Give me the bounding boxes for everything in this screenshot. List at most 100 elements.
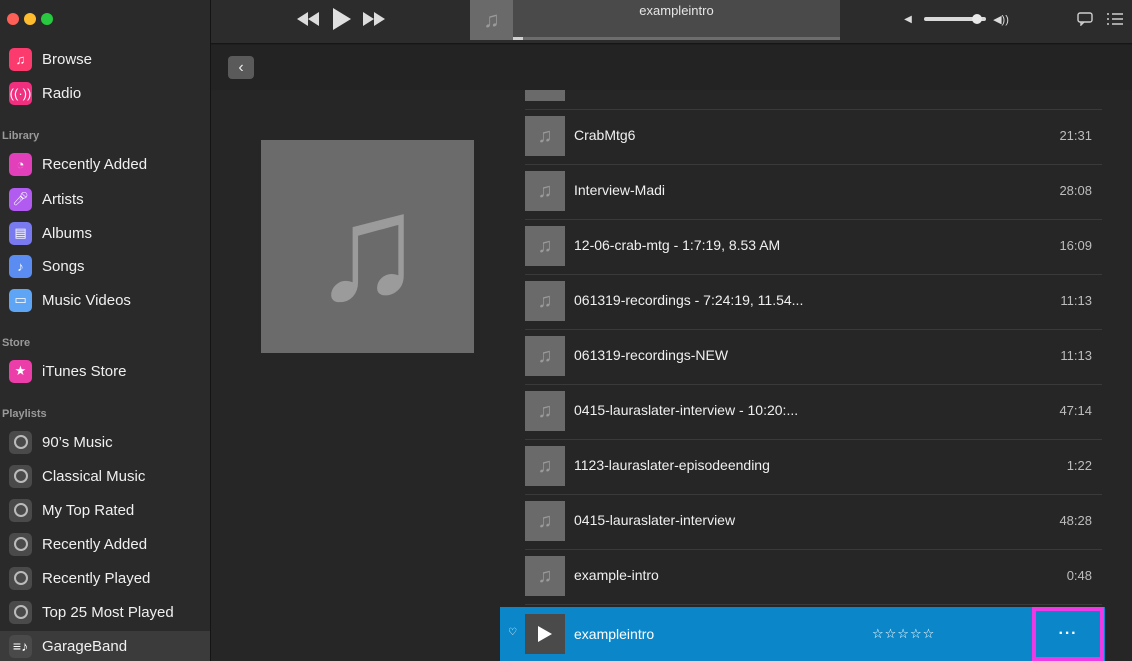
microphone-icon: 🎤︎ — [9, 187, 32, 211]
minimize-window-button[interactable] — [24, 13, 36, 25]
sidebar-item-recently-added-playlist[interactable]: Recently Added — [0, 529, 210, 559]
tv-icon: ▭ — [9, 288, 32, 312]
track-artwork: ♫ — [525, 446, 565, 486]
sidebar-item-browse[interactable]: ♫ Browse — [0, 44, 210, 74]
track-row[interactable]: ♫ 061319-recordings - 7:24:19, 11.54... … — [525, 275, 1102, 330]
track-artwork: ♫ — [525, 556, 565, 596]
library-section-header: Library — [2, 130, 40, 142]
play-button[interactable] — [331, 7, 353, 31]
album-stack-icon: ▤ — [9, 221, 32, 245]
close-window-button[interactable] — [7, 13, 19, 25]
smart-playlist-icon — [9, 532, 32, 556]
music-note-icon: ♫ — [9, 47, 32, 71]
track-duration: 47:14 — [1059, 403, 1092, 418]
sidebar-item-label: Browse — [42, 50, 93, 68]
music-note-icon: ♪ — [9, 254, 32, 278]
speech-bubble-icon — [1077, 12, 1093, 26]
track-duration: 1:22 — [1066, 458, 1092, 473]
star-rating[interactable]: ☆☆☆☆☆ — [872, 626, 935, 642]
sidebar-item-artists[interactable]: 🎤︎ Artists — [0, 184, 210, 214]
track-artwork: ♫ — [525, 226, 565, 266]
track-name: 1123-lauraslater-episodeending — [574, 457, 770, 473]
playlists-section-header: Playlists — [2, 408, 47, 420]
track-artwork: ♫ — [525, 116, 565, 156]
toolbar: ♫ exampleintro ◀ ◀)) — [211, 0, 1132, 44]
music-note-icon: ♫ — [483, 7, 500, 32]
fast-forward-icon — [363, 12, 385, 26]
playback-progress-bar[interactable] — [513, 37, 840, 40]
track-duration: 21:31 — [1059, 128, 1092, 143]
volume-high-icon: ◀)) — [993, 13, 1009, 26]
sidebar-item-recently-played[interactable]: Recently Played — [0, 563, 210, 593]
smart-playlist-icon — [9, 600, 32, 624]
track-row[interactable]: ♫ 0415-lauraslater-interview - 10:20:...… — [525, 385, 1102, 440]
sidebar-item-recently-added[interactable]: ◔ Recently Added — [0, 149, 210, 179]
track-row[interactable]: ♫ 061319-recordings-NEW 11:13 — [525, 330, 1102, 385]
sidebar-item-label: iTunes Store — [42, 362, 127, 380]
sidebar-item-90s-music[interactable]: 90’s Music — [0, 427, 210, 457]
play-track-button[interactable] — [525, 614, 565, 654]
sidebar-item-my-top-rated[interactable]: My Top Rated — [0, 495, 210, 525]
sidebar-item-label: Artists — [42, 190, 84, 208]
clock-icon: ◔ — [9, 152, 32, 176]
up-next-button[interactable] — [1105, 11, 1125, 27]
sidebar-item-music-videos[interactable]: ▭ Music Videos — [0, 285, 210, 315]
playlist-artwork: ♫ — [261, 140, 474, 353]
lyrics-button[interactable] — [1075, 11, 1095, 27]
sidebar-item-classical-music[interactable]: Classical Music — [0, 461, 210, 491]
zoom-window-button[interactable] — [41, 13, 53, 25]
smart-playlist-icon — [9, 464, 32, 488]
track-name: CrabMtg6 — [574, 127, 636, 143]
track-artwork: ♫ — [525, 501, 565, 541]
track-artwork: ♫ — [525, 90, 565, 101]
volume-slider[interactable] — [924, 14, 986, 24]
sidebar-item-itunes-store[interactable]: ★ iTunes Store — [0, 356, 210, 386]
track-name: 0415-lauraslater-interview — [574, 512, 736, 528]
sidebar-item-label: Music Videos — [42, 291, 131, 309]
more-options-button[interactable]: ··· — [1032, 607, 1104, 661]
sidebar-item-label: Top 25 Most Played — [42, 603, 174, 621]
back-button[interactable]: ‹ — [228, 56, 254, 79]
track-row[interactable]: ♫ 0415-lauraslater-interview 48:28 — [525, 495, 1102, 550]
rewind-button[interactable] — [295, 9, 321, 29]
track-duration: 11:13 — [1060, 293, 1092, 308]
track-name: 061319-recordings - 7:24:19, 11.54... — [574, 292, 804, 308]
now-playing-display[interactable]: ♫ exampleintro — [470, 0, 840, 40]
sidebar-item-label: GarageBand — [42, 637, 128, 655]
chevron-left-icon: ‹ — [238, 58, 244, 76]
fast-forward-button[interactable] — [361, 9, 387, 29]
track-name: example-intro — [574, 567, 659, 583]
sidebar-item-radio[interactable]: ((·)) Radio — [0, 78, 210, 108]
smart-playlist-icon — [9, 566, 32, 590]
sidebar-item-label: Recently Added — [42, 535, 148, 553]
track-row-selected[interactable]: ♡ exampleintro ☆☆☆☆☆ ··· — [500, 607, 1105, 661]
sidebar-item-albums[interactable]: ▤ Albums — [0, 218, 210, 248]
track-duration: 28:08 — [1059, 183, 1092, 198]
track-row[interactable]: ♫ example-intro 0:48 — [525, 550, 1102, 605]
radio-waves-icon: ((·)) — [9, 81, 32, 105]
track-duration: 0:48 — [1066, 568, 1092, 583]
content-header: ‹ — [211, 45, 1132, 90]
track-artwork: ♫ — [525, 391, 565, 431]
track-artwork: ♫ — [525, 281, 565, 321]
track-name: 12-06-crab-mtg - 1:7:19, 8.53 AM — [574, 237, 781, 253]
track-row[interactable]: ♫ Interview-Madi 28:08 — [525, 165, 1102, 220]
sidebar-item-garageband[interactable]: ≡♪ GarageBand — [0, 631, 210, 661]
sidebar-item-top-25-most-played[interactable]: Top 25 Most Played — [0, 597, 210, 627]
now-playing-artwork: ♫ — [470, 0, 513, 40]
sidebar-item-label: My Top Rated — [42, 501, 135, 519]
track-name: Interview-Madi — [574, 182, 666, 198]
love-heart-icon[interactable]: ♡ — [508, 627, 517, 638]
star-icon: ★ — [9, 359, 32, 383]
track-row[interactable]: ♫ CrabMtg6 21:31 — [525, 110, 1102, 165]
track-name: exampleintro — [574, 626, 655, 642]
track-name: 061319-recordings-NEW — [574, 347, 729, 363]
track-duration: 16:09 — [1059, 238, 1092, 253]
volume-slider-knob[interactable] — [971, 14, 982, 24]
track-row[interactable]: ♫ 1123-lauraslater-episodeending 1:22 — [525, 440, 1102, 495]
rewind-icon — [297, 12, 319, 26]
track-row[interactable]: ♫ — [525, 90, 1102, 110]
track-row[interactable]: ♫ 12-06-crab-mtg - 1:7:19, 8.53 AM 16:09 — [525, 220, 1102, 275]
sidebar-item-songs[interactable]: ♪ Songs — [0, 251, 210, 281]
sidebar-item-label: Recently Added — [42, 155, 148, 173]
